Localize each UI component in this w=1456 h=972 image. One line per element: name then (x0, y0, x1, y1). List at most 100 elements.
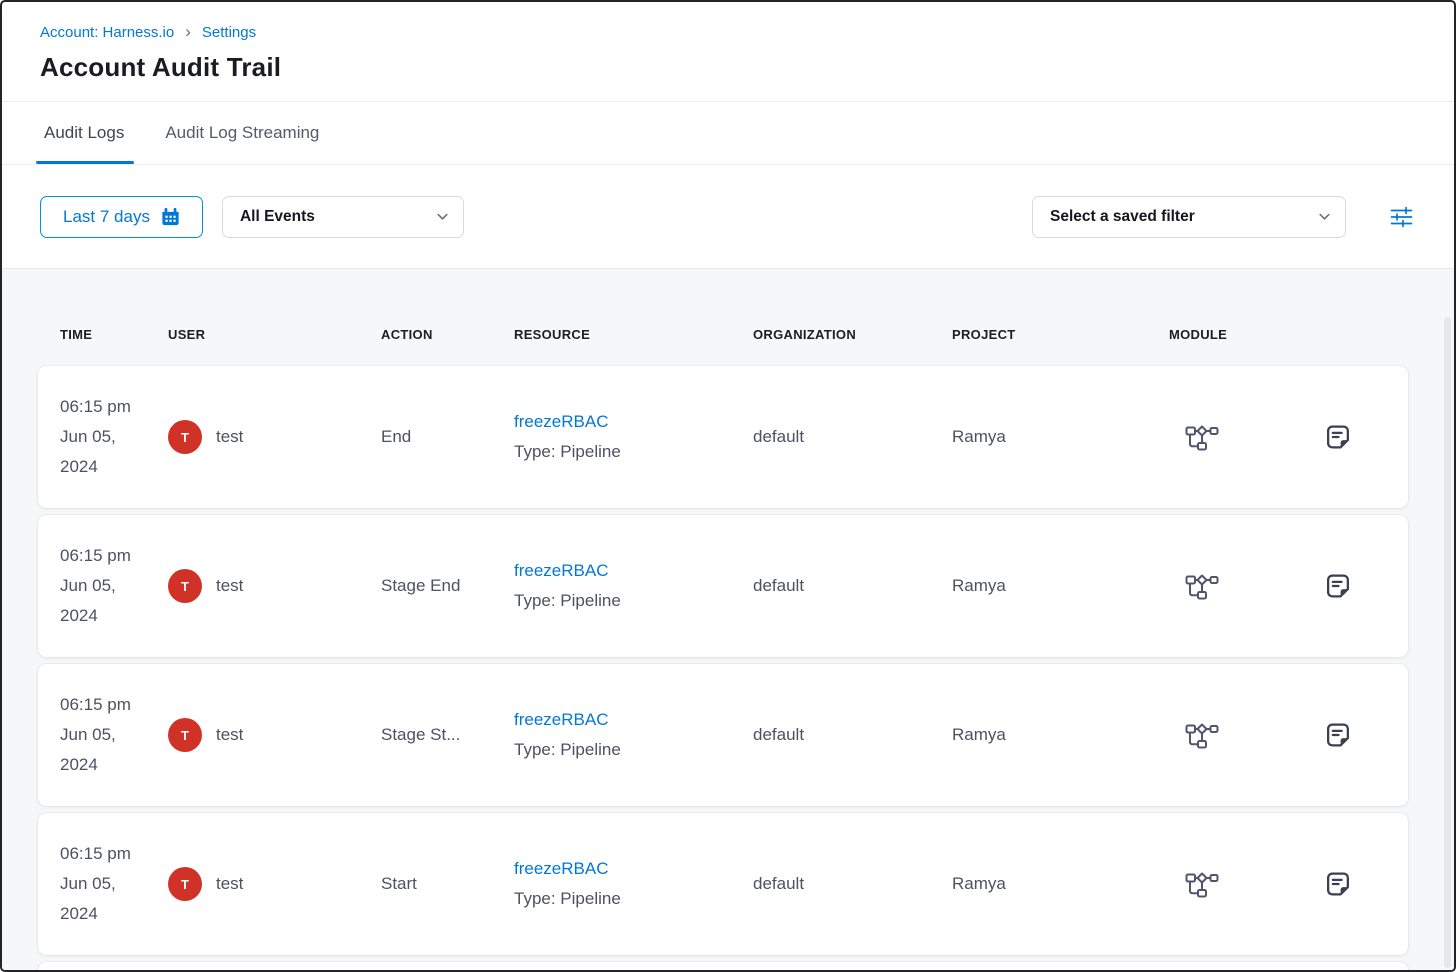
breadcrumb: Account: Harness.io › Settings (40, 24, 1416, 41)
avatar: T (168, 718, 202, 752)
resource-link[interactable]: freezeRBAC (514, 561, 608, 581)
organization-cell: default (753, 725, 952, 745)
date-value-line2: 2024 (60, 601, 168, 631)
time-cell: 06:15 pm Jun 05, 2024 (60, 839, 168, 929)
user-name: test (216, 725, 243, 745)
table-body: 06:15 pm Jun 05, 2024 T test End freezeR… (38, 366, 1408, 955)
time-cell: 06:15 pm Jun 05, 2024 (60, 541, 168, 631)
user-cell: T test (168, 867, 381, 901)
pipeline-module-icon (1169, 572, 1324, 600)
notes-cell (1324, 572, 1408, 600)
sliders-icon (1389, 205, 1414, 229)
module-cell (1169, 423, 1324, 451)
project-cell: Ramya (952, 874, 1169, 894)
avatar: T (168, 569, 202, 603)
table-row[interactable]: 06:15 pm Jun 05, 2024 T test End freezeR… (38, 366, 1408, 508)
table-header-row: TIME USER ACTION RESOURCE ORGANIZATION P… (38, 327, 1408, 342)
table-row[interactable]: 06:15 pm Jun 05, 2024 T test Start freez… (38, 813, 1408, 955)
resource-cell: freezeRBAC Type: Pipeline (514, 859, 753, 909)
page-title: Account Audit Trail (40, 52, 1416, 83)
saved-filter-value: Select a saved filter (1050, 208, 1195, 226)
user-name: test (216, 874, 243, 894)
page-header: Account: Harness.io › Settings Account A… (2, 2, 1454, 101)
resource-link[interactable]: freezeRBAC (514, 710, 608, 730)
module-cell (1169, 870, 1324, 898)
pipeline-module-icon (1169, 721, 1324, 749)
breadcrumb-chevron-icon: › (185, 23, 191, 40)
column-header-organization: ORGANIZATION (753, 327, 952, 342)
user-cell: T test (168, 569, 381, 603)
date-range-label: Last 7 days (63, 207, 150, 227)
time-cell: 06:15 pm Jun 05, 2024 (60, 392, 168, 482)
column-header-action: ACTION (381, 327, 514, 342)
event-type-value: All Events (240, 208, 315, 226)
organization-cell: default (753, 874, 952, 894)
organization-cell: default (753, 576, 952, 596)
avatar: T (168, 867, 202, 901)
date-value-line1: Jun 05, (60, 869, 168, 899)
chevron-down-icon (1317, 209, 1332, 224)
date-range-button[interactable]: Last 7 days (40, 196, 203, 238)
event-type-dropdown[interactable]: All Events (222, 196, 464, 238)
table-row-partial[interactable] (38, 962, 1408, 970)
saved-filter-dropdown[interactable]: Select a saved filter (1032, 196, 1346, 238)
project-cell: Ramya (952, 427, 1169, 447)
column-header-resource: RESOURCE (514, 327, 753, 342)
filter-settings-button[interactable] (1387, 203, 1416, 231)
notes-icon (1324, 870, 1352, 898)
action-cell: Start (381, 874, 514, 894)
notes-button[interactable] (1324, 423, 1352, 451)
resource-link[interactable]: freezeRBAC (514, 412, 608, 432)
user-name: test (216, 427, 243, 447)
tab-bar: Audit Logs Audit Log Streaming (2, 101, 1454, 165)
resource-cell: freezeRBAC Type: Pipeline (514, 412, 753, 462)
filter-bar: Last 7 days All Events S (2, 165, 1454, 269)
organization-cell: default (753, 427, 952, 447)
column-header-module: MODULE (1169, 327, 1324, 342)
breadcrumb-account-link[interactable]: Account: Harness.io (40, 24, 174, 41)
notes-icon (1324, 721, 1352, 749)
breadcrumb-settings-link[interactable]: Settings (202, 24, 256, 41)
resource-cell: freezeRBAC Type: Pipeline (514, 710, 753, 760)
tab-audit-log-streaming[interactable]: Audit Log Streaming (163, 102, 321, 164)
notes-icon (1324, 423, 1352, 451)
date-value-line2: 2024 (60, 452, 168, 482)
action-cell: End (381, 427, 514, 447)
time-value: 06:15 pm (60, 690, 168, 720)
notes-cell (1324, 870, 1408, 898)
date-value-line1: Jun 05, (60, 571, 168, 601)
notes-button[interactable] (1324, 572, 1352, 600)
action-cell: Stage St... (381, 725, 514, 745)
column-header-project: PROJECT (952, 327, 1169, 342)
notes-icon (1324, 572, 1352, 600)
column-header-user: USER (168, 327, 381, 342)
user-cell: T test (168, 420, 381, 454)
resource-link[interactable]: freezeRBAC (514, 859, 608, 879)
date-value-line2: 2024 (60, 750, 168, 780)
vertical-scrollbar[interactable] (1444, 317, 1451, 968)
module-cell (1169, 721, 1324, 749)
resource-type: Type: Pipeline (514, 442, 753, 462)
notes-button[interactable] (1324, 721, 1352, 749)
date-value-line2: 2024 (60, 899, 168, 929)
date-value-line1: Jun 05, (60, 720, 168, 750)
app-window: Account: Harness.io › Settings Account A… (0, 0, 1456, 972)
time-value: 06:15 pm (60, 392, 168, 422)
table-row[interactable]: 06:15 pm Jun 05, 2024 T test Stage St...… (38, 664, 1408, 806)
pipeline-module-icon (1169, 870, 1324, 898)
chevron-down-icon (435, 209, 450, 224)
notes-cell (1324, 423, 1408, 451)
project-cell: Ramya (952, 576, 1169, 596)
action-cell: Stage End (381, 576, 514, 596)
audit-log-table: TIME USER ACTION RESOURCE ORGANIZATION P… (2, 269, 1454, 970)
notes-button[interactable] (1324, 870, 1352, 898)
resource-type: Type: Pipeline (514, 591, 753, 611)
user-name: test (216, 576, 243, 596)
tab-audit-logs[interactable]: Audit Logs (42, 102, 126, 164)
resource-type: Type: Pipeline (514, 889, 753, 909)
project-cell: Ramya (952, 725, 1169, 745)
resource-type: Type: Pipeline (514, 740, 753, 760)
table-row[interactable]: 06:15 pm Jun 05, 2024 T test Stage End f… (38, 515, 1408, 657)
date-value-line1: Jun 05, (60, 422, 168, 452)
user-cell: T test (168, 718, 381, 752)
